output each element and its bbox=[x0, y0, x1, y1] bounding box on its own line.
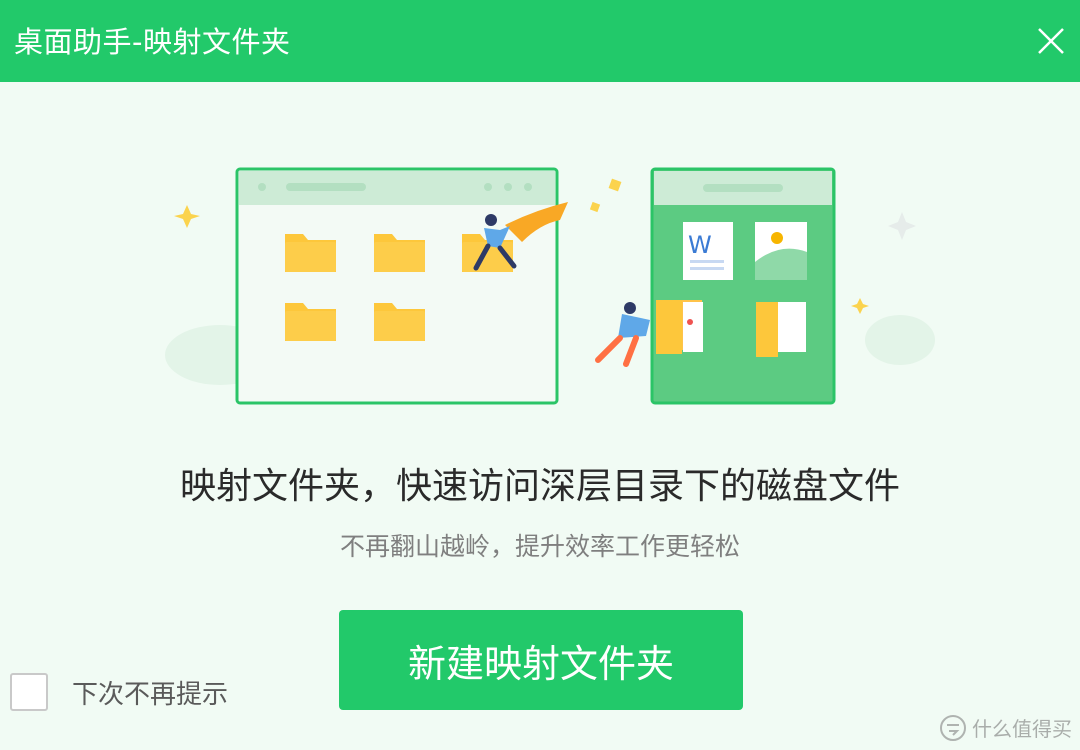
zhi-logo-icon bbox=[940, 714, 966, 741]
close-button[interactable] bbox=[1022, 10, 1080, 72]
close-icon bbox=[1038, 28, 1064, 54]
watermark: 什么值得买 bbox=[940, 713, 1072, 742]
image-file-icon bbox=[755, 222, 807, 280]
pdf-file-icon bbox=[680, 300, 703, 352]
sparkle-icon bbox=[174, 205, 200, 228]
sparkle-icon bbox=[888, 212, 916, 240]
title-bar: 桌面助手-映射文件夹 bbox=[0, 0, 1080, 82]
new-mapped-folder-button[interactable]: 新建映射文件夹 bbox=[339, 610, 743, 710]
window-title: 桌面助手-映射文件夹 bbox=[14, 25, 291, 59]
watermark-text: 什么值得买 bbox=[972, 717, 1072, 741]
folder-icon bbox=[756, 302, 806, 357]
mapped-folder-illustration: W bbox=[165, 167, 935, 405]
word-document-icon: W bbox=[683, 222, 733, 280]
dont-show-again-label[interactable]: 下次不再提示 bbox=[72, 674, 228, 711]
main-heading: 映射文件夹，快速访问深层目录下的磁盘文件 bbox=[179, 466, 900, 507]
dont-show-again-row[interactable]: 下次不再提示 bbox=[10, 672, 228, 712]
subheading: 不再翻山越岭，提升效率工作更轻松 bbox=[339, 532, 740, 561]
dont-show-again-checkbox[interactable] bbox=[10, 673, 48, 711]
sparkle-icon bbox=[851, 298, 869, 314]
svg-text:W: W bbox=[688, 231, 712, 259]
